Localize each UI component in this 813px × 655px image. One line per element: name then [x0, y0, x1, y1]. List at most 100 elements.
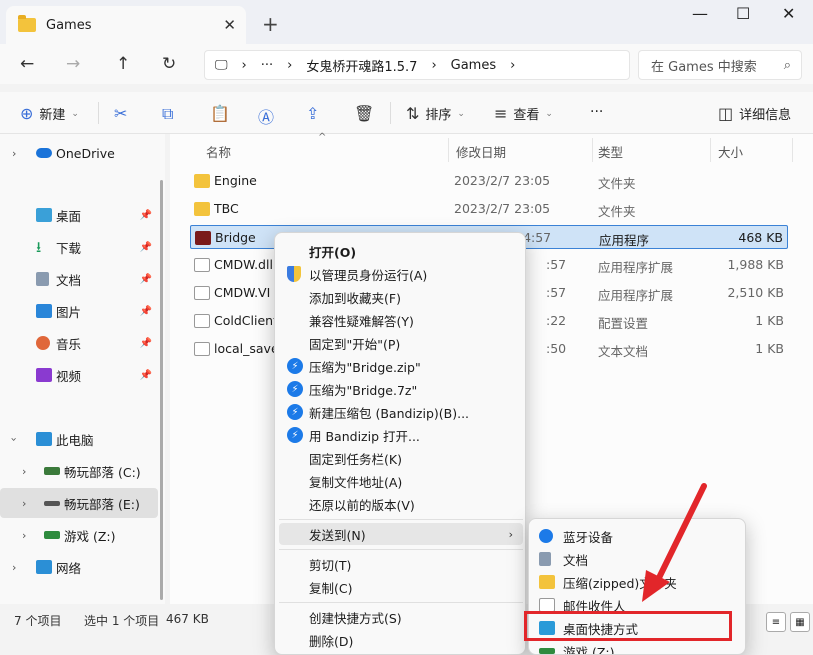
sidebar-item-drive-z[interactable]: › 游戏 (Z:) — [0, 520, 158, 550]
view-button[interactable]: ≡ 查看 ⌄ — [494, 104, 553, 123]
sidebar-item-label: 视频 — [56, 368, 82, 384]
file-size: 1 KB — [755, 341, 784, 356]
share-button[interactable]: ⇪ — [306, 104, 319, 123]
sidebar-item-videos[interactable]: 视频 📌 — [0, 360, 158, 390]
column-header-size[interactable]: 大小 — [718, 142, 743, 161]
paste-icon: 📋 — [210, 104, 230, 123]
paste-button[interactable]: 📋 — [210, 104, 230, 123]
forward-arrow-icon[interactable]: → — [66, 54, 80, 74]
menu-item-send-to[interactable]: 发送到(N) › — [279, 523, 523, 545]
file-row[interactable]: Engine 2023/2/7 23:05 文件夹 — [190, 169, 788, 193]
close-button[interactable]: ✕ — [782, 4, 795, 23]
column-divider[interactable] — [592, 138, 593, 162]
new-tab-button[interactable]: + — [262, 12, 279, 36]
chevron-right-icon[interactable]: › — [22, 497, 26, 510]
chevron-down-icon[interactable]: › — [8, 437, 21, 441]
refresh-icon[interactable]: ↻ — [162, 54, 176, 74]
plus-circle-icon: ⊕ — [20, 104, 34, 123]
divider — [390, 102, 391, 124]
breadcrumb-item[interactable]: Games — [451, 58, 496, 73]
menu-divider — [279, 519, 523, 520]
folder-icon — [194, 202, 210, 216]
details-pane-button[interactable]: ◫ 详细信息 — [718, 104, 791, 123]
address-bar[interactable]: 🖵 › ··· › 女鬼桥开魂路1.5.7 › Games › — [204, 50, 630, 80]
breadcrumb-item[interactable]: 女鬼桥开魂路1.5.7 — [306, 56, 417, 75]
new-button[interactable]: ⊕ 新建 ⌄ — [20, 104, 79, 123]
breadcrumb-ellipsis[interactable]: ··· — [261, 58, 273, 73]
column-header-date[interactable]: 修改日期 — [456, 142, 506, 161]
sidebar-item-drive-e[interactable]: › 畅玩部落 (E:) — [0, 488, 158, 518]
chevron-right-icon[interactable]: › — [12, 561, 16, 574]
tab-close-icon[interactable]: ✕ — [223, 16, 236, 34]
menu-item-compress-zip[interactable]: ⚡ 压缩为"Bridge.zip" — [279, 355, 523, 377]
sidebar-item-downloads[interactable]: ⭳ 下载 📌 — [0, 232, 158, 262]
search-icon[interactable]: ⌕ — [784, 58, 791, 73]
sidebar-item-documents[interactable]: 文档 📌 — [0, 264, 158, 294]
column-header-type[interactable]: 类型 — [598, 142, 623, 161]
up-arrow-icon[interactable]: ↑ — [116, 54, 130, 74]
breadcrumb-chevron-icon[interactable]: › — [242, 58, 247, 73]
menu-item-delete[interactable]: 删除(D) — [279, 629, 523, 651]
copy-button[interactable]: ⧉ — [162, 104, 173, 124]
sidebar-item-music[interactable]: 音乐 📌 — [0, 328, 158, 358]
sidebar-item-network[interactable]: › 网络 — [0, 552, 158, 582]
sort-button[interactable]: ⇅ 排序 ⌄ — [406, 104, 465, 123]
maximize-button[interactable]: ☐ — [736, 4, 750, 23]
text-file-icon — [194, 342, 210, 356]
menu-item-pin-start[interactable]: 固定到"开始"(P) — [279, 332, 523, 354]
computer-icon — [36, 432, 52, 446]
menu-item-compress-7z[interactable]: ⚡ 压缩为"Bridge.7z" — [279, 378, 523, 400]
cut-button[interactable]: ✂ — [114, 104, 127, 123]
more-button[interactable]: ··· — [590, 104, 603, 120]
menu-item-copy-path[interactable]: 复制文件地址(A) — [279, 470, 523, 492]
sidebar-item-this-pc[interactable]: › 此电脑 — [0, 424, 158, 454]
menu-item-pin-taskbar[interactable]: 固定到任务栏(K) — [279, 447, 523, 469]
document-icon — [539, 552, 551, 566]
column-divider[interactable] — [710, 138, 711, 162]
sendto-item-drive-z[interactable]: 游戏 (Z:) — [533, 640, 743, 654]
menu-item-label: 发送到(N) — [309, 527, 366, 543]
menu-item-label: 添加到收藏夹(F) — [309, 290, 401, 306]
tab-title: Games — [46, 17, 92, 33]
menu-item-add-favorites[interactable]: 添加到收藏夹(F) — [279, 286, 523, 308]
back-arrow-icon[interactable]: ← — [20, 54, 34, 74]
file-size: 1,988 KB — [727, 257, 784, 272]
menu-item-cut[interactable]: 剪切(T) — [279, 553, 523, 575]
menu-item-label: 文档 — [563, 552, 589, 568]
sidebar-item-desktop[interactable]: 桌面 📌 — [0, 200, 158, 230]
column-divider[interactable] — [792, 138, 793, 162]
details-view-button[interactable]: ≡ — [766, 612, 786, 632]
menu-item-open[interactable]: 打开(O) — [279, 240, 523, 262]
sidebar-scrollbar[interactable] — [160, 180, 163, 600]
rename-button[interactable]: Ⓐ — [258, 104, 274, 128]
breadcrumb-chevron-icon[interactable]: › — [287, 58, 292, 73]
sidebar-item-drive-c[interactable]: › 畅玩部落 (C:) — [0, 456, 158, 486]
menu-item-troubleshoot[interactable]: 兼容性疑难解答(Y) — [279, 309, 523, 331]
breadcrumb-chevron-icon[interactable]: › — [431, 58, 436, 73]
chevron-right-icon[interactable]: › — [12, 147, 16, 160]
menu-item-run-as-admin[interactable]: 以管理员身份运行(A) — [279, 263, 523, 285]
network-drive-icon — [44, 531, 60, 539]
search-input[interactable]: 在 Games 中搜索 ⌕ — [638, 50, 802, 80]
chevron-right-icon[interactable]: › — [22, 465, 26, 478]
sidebar-item-label: 畅玩部落 (E:) — [64, 496, 140, 512]
delete-button[interactable]: 🗑 — [354, 104, 374, 123]
menu-item-create-shortcut[interactable]: 创建快捷方式(S) — [279, 606, 523, 628]
menu-item-copy[interactable]: 复制(C) — [279, 576, 523, 598]
minimize-button[interactable]: — — [692, 4, 708, 23]
sidebar-item-onedrive[interactable]: › OneDrive — [0, 138, 158, 168]
breadcrumb-chevron-icon[interactable]: › — [510, 58, 515, 73]
menu-item-new-archive[interactable]: ⚡ 新建压缩包 (Bandizip)(B)... — [279, 401, 523, 423]
column-divider[interactable] — [448, 138, 449, 162]
bandizip-icon: ⚡ — [287, 381, 303, 397]
column-header-name[interactable]: 名称 — [206, 142, 231, 161]
tiles-view-button[interactable]: ▦ — [790, 612, 810, 632]
file-row[interactable]: TBC 2023/2/7 23:05 文件夹 — [190, 197, 788, 221]
menu-item-restore-versions[interactable]: 还原以前的版本(V) — [279, 493, 523, 515]
menu-item-open-with-bandizip[interactable]: ⚡ 用 Bandizip 打开... — [279, 424, 523, 446]
mail-icon — [539, 598, 555, 612]
menu-item-label: 剪切(T) — [309, 557, 352, 573]
chevron-right-icon[interactable]: › — [22, 529, 26, 542]
sidebar-item-pictures[interactable]: 图片 📌 — [0, 296, 158, 326]
tab-games[interactable]: Games ✕ — [6, 6, 246, 44]
